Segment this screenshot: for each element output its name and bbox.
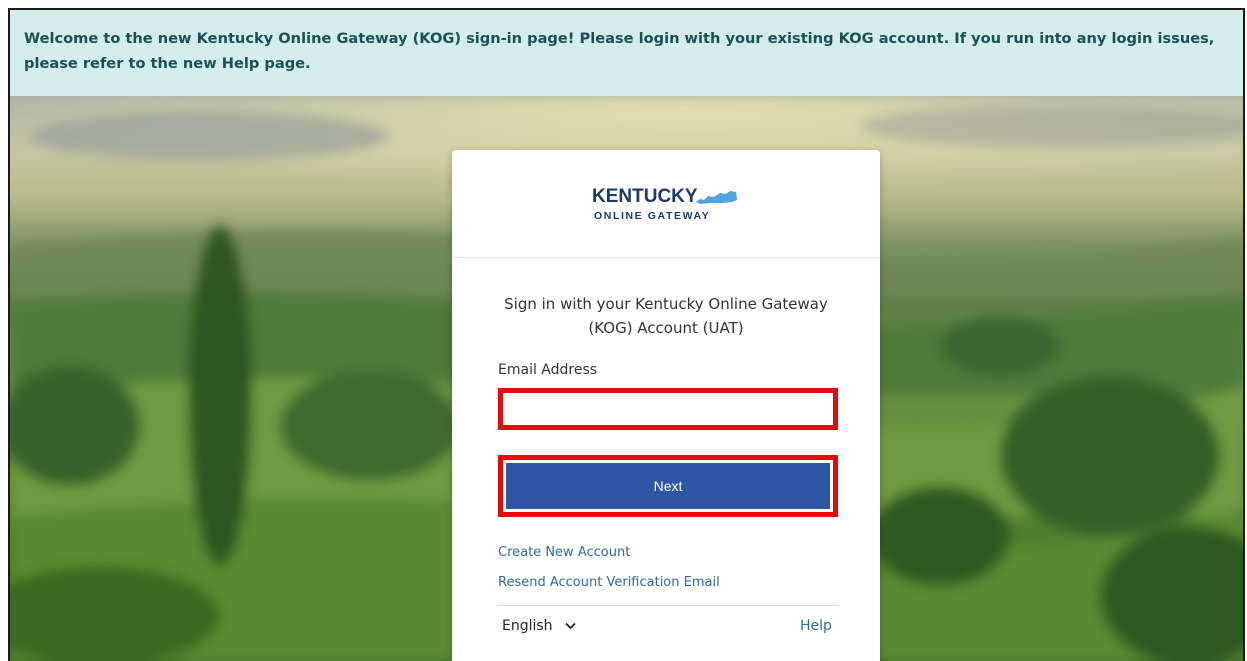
- footer-divider: [498, 605, 838, 606]
- kentucky-online-gateway-logo: KENTUCKY ONLINE GATEWAY: [592, 186, 752, 230]
- welcome-banner-text: Welcome to the new Kentucky Online Gatew…: [24, 30, 1215, 72]
- kentucky-state-icon: [696, 191, 737, 204]
- page-frame: Welcome to the new Kentucky Online Gatew…: [8, 8, 1245, 661]
- language-select-label: English: [502, 618, 553, 634]
- next-button-label: Next: [506, 463, 830, 509]
- email-label: Email Address: [498, 362, 598, 378]
- logo-line-1: KENTUCKY: [592, 186, 698, 207]
- resend-verification-email-link[interactable]: Resend Account Verification Email: [498, 575, 720, 590]
- chevron-down-icon: [565, 620, 576, 633]
- help-link[interactable]: Help: [800, 618, 832, 634]
- email-input[interactable]: [498, 388, 838, 430]
- logo-line-2: ONLINE GATEWAY: [594, 210, 711, 222]
- sign-in-card: KENTUCKY ONLINE GATEWAY Sign in with you…: [452, 150, 880, 661]
- language-select[interactable]: English: [502, 618, 576, 634]
- create-new-account-link[interactable]: Create New Account: [498, 545, 630, 560]
- welcome-banner: Welcome to the new Kentucky Online Gatew…: [10, 10, 1243, 96]
- card-header: KENTUCKY ONLINE GATEWAY: [452, 150, 880, 258]
- sign-in-heading: Sign in with your Kentucky Online Gatewa…: [504, 295, 828, 337]
- next-button[interactable]: Next: [498, 455, 838, 517]
